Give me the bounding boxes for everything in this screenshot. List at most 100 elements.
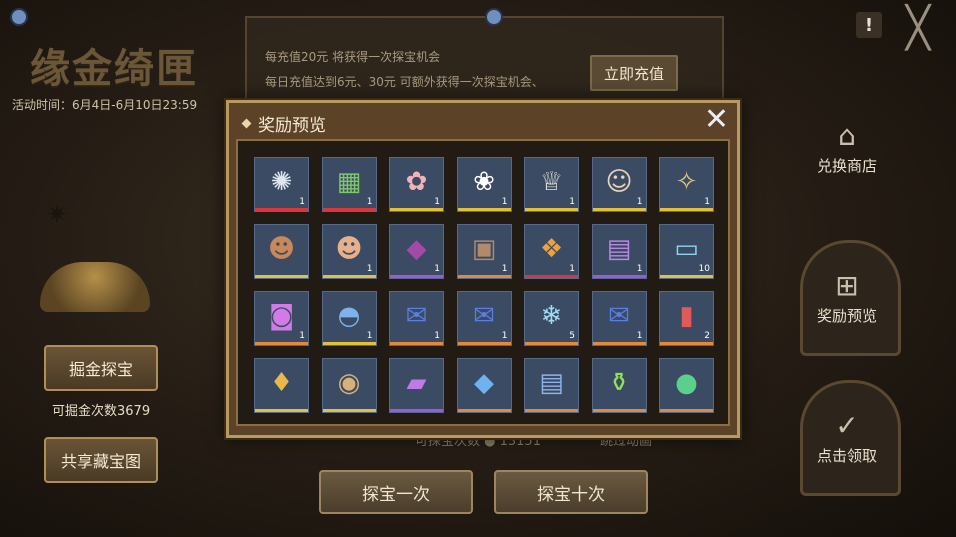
reward-grid-panel: ✺ 1 ▦ 1 ✿ 1 ❀ 1 ♕ 1 ☺ 1 ✧ 1 ☻ ☻ 1 ◆ 1 ▣ 1 ❖ 1 ▤ 1 ▭ 10 ◙ 1 ◓ 1 ✉ 1 ✉ 1 ❄ 5 ✉ 1… <box>236 139 730 426</box>
gift-icon: ⊞ <box>835 268 859 302</box>
blue-crystal-icon: ◆ <box>474 368 494 398</box>
dig-treasure-button[interactable]: 掘金探宝 <box>44 345 158 391</box>
rarity-bar <box>457 342 511 345</box>
rarity-bar <box>457 275 511 278</box>
reward-item[interactable]: ☻ 1 <box>321 224 377 279</box>
modal-header: 奖励预览 <box>241 111 326 136</box>
item-quantity: 1 <box>569 264 575 274</box>
recharge-button[interactable]: 立即充值 <box>590 55 678 91</box>
reward-item[interactable]: ▣ 1 <box>456 224 512 279</box>
explore-ten-button[interactable]: 探宝十次 <box>494 470 648 514</box>
item-quantity: 1 <box>501 331 508 341</box>
purple-gem-icon: ▰ <box>406 368 427 398</box>
reward-item[interactable]: ✉ 1 <box>456 291 512 346</box>
rarity-bar <box>390 409 443 412</box>
reward-item[interactable]: ⚱ <box>591 358 647 413</box>
reward-item[interactable]: ♦ <box>254 358 309 413</box>
event-title: 缘金绮匣 <box>30 45 198 92</box>
reward-preview-modal: 奖励预览 ✕ ✺ 1 ▦ 1 ✿ 1 ❀ 1 ♕ 1 ☺ 1 ✧ 1 ☻ ☻ 1 ◆ 1 ▣ 1 ❖ 1 ▤ 1 ▭ 10 ◙ 1 ◓ 1 ✉… <box>226 100 740 438</box>
reward-item[interactable]: ◆ <box>456 358 512 413</box>
item-quantity: 1 <box>569 197 575 207</box>
blue-chest-icon: ▤ <box>539 368 564 398</box>
reward-item[interactable]: ✿ 1 <box>389 157 444 212</box>
reward-item[interactable]: ▭ 10 <box>659 224 714 279</box>
reward-item[interactable]: ❄ 5 <box>524 291 579 346</box>
event-time: 活动时间：6月4日-6月10日23:59 <box>12 98 198 112</box>
item-quantity: 1 <box>434 197 440 207</box>
shop-icon: ⌂ <box>838 118 856 152</box>
spider-icon: ✷ <box>46 200 68 230</box>
close-icon[interactable]: ╳ <box>906 8 930 48</box>
reward-item[interactable]: ◙ 1 <box>254 291 309 346</box>
reward-item[interactable]: ▮ 2 <box>659 291 714 346</box>
rarity-bar <box>525 342 578 345</box>
reward-item[interactable]: ◓ 1 <box>321 291 377 346</box>
rarity-bar <box>592 208 646 211</box>
item-quantity: 1 <box>636 197 643 207</box>
reward-item[interactable]: ▦ 1 <box>321 157 377 212</box>
reward-item[interactable]: ✺ 1 <box>254 157 309 212</box>
reward-preview-label: 奖励预览 <box>816 307 877 325</box>
item-quantity: 1 <box>434 264 440 274</box>
rarity-bar <box>255 275 308 278</box>
info-button[interactable]: ! <box>856 12 882 38</box>
reward-item[interactable]: ❖ 1 <box>524 224 579 279</box>
brown-hair-portrait-icon: ☻ <box>267 234 296 264</box>
rarity-bar <box>525 208 578 211</box>
exchange-shop-button[interactable]: ⌂ 兑换商店 <box>797 115 897 176</box>
item-quantity: 10 <box>698 264 710 274</box>
diamond-icon <box>241 118 252 129</box>
check-icon: ✓ <box>835 408 859 442</box>
gold-crystal-icon: ♦ <box>269 368 294 398</box>
item-quantity: 2 <box>704 331 710 341</box>
reward-item[interactable]: ❀ 1 <box>456 157 512 212</box>
green-potion-icon: ⚱ <box>608 368 630 398</box>
item-quantity: 1 <box>299 197 305 207</box>
pin-icon <box>485 8 503 26</box>
item-quantity: 1 <box>299 331 305 341</box>
rarity-bar <box>390 208 443 211</box>
rarity-bar <box>457 409 511 412</box>
rarity-bar <box>255 409 308 412</box>
info-line-2: 每日充值达到6元、30元 可额外获得一次探宝机会、 <box>265 75 544 89</box>
reward-item[interactable]: ☻ <box>254 224 309 279</box>
reward-item[interactable]: ▰ <box>389 358 444 413</box>
reward-preview-button[interactable]: ⊞ 奖励预览 <box>797 265 897 326</box>
reward-item[interactable]: ◆ 1 <box>389 224 444 279</box>
rarity-bar <box>255 208 308 211</box>
item-quantity: 1 <box>434 331 440 341</box>
rarity-bar <box>660 275 713 278</box>
green-orb-icon: ● <box>675 368 698 398</box>
rarity-bar <box>390 275 443 278</box>
treasure-pile <box>40 262 150 312</box>
reward-item[interactable]: ● <box>659 358 714 413</box>
share-map-button[interactable]: 共享藏宝图 <box>44 437 158 483</box>
rarity-bar <box>322 275 376 278</box>
item-quantity: 1 <box>636 331 643 341</box>
reward-item[interactable]: ✉ 1 <box>591 291 647 346</box>
orb-icon: ◉ <box>337 368 361 398</box>
rarity-bar <box>322 208 376 211</box>
reward-item[interactable]: ♕ 1 <box>524 157 579 212</box>
reward-item[interactable]: ▤ <box>524 358 579 413</box>
pin-icon <box>10 8 28 26</box>
reward-item[interactable]: ✉ 1 <box>389 291 444 346</box>
reward-item[interactable]: ☺ 1 <box>591 157 647 212</box>
rarity-bar <box>255 342 308 345</box>
reward-item[interactable]: ▤ 1 <box>591 224 647 279</box>
claim-button[interactable]: ✓ 点击领取 <box>797 405 897 466</box>
item-quantity: 1 <box>501 197 508 207</box>
rarity-bar <box>660 409 713 412</box>
reward-item[interactable]: ◉ <box>321 358 377 413</box>
item-quantity: 1 <box>636 264 643 274</box>
exchange-shop-label: 兑换商店 <box>816 157 877 175</box>
item-quantity: 1 <box>366 197 373 207</box>
rarity-bar <box>660 342 713 345</box>
close-icon[interactable]: ✕ <box>704 105 729 135</box>
reward-item[interactable]: ✧ 1 <box>659 157 714 212</box>
rarity-bar <box>660 208 713 211</box>
rarity-bar <box>457 208 511 211</box>
explore-once-button[interactable]: 探宝一次 <box>319 470 473 514</box>
rarity-bar <box>525 409 578 412</box>
item-quantity: 1 <box>366 331 373 341</box>
